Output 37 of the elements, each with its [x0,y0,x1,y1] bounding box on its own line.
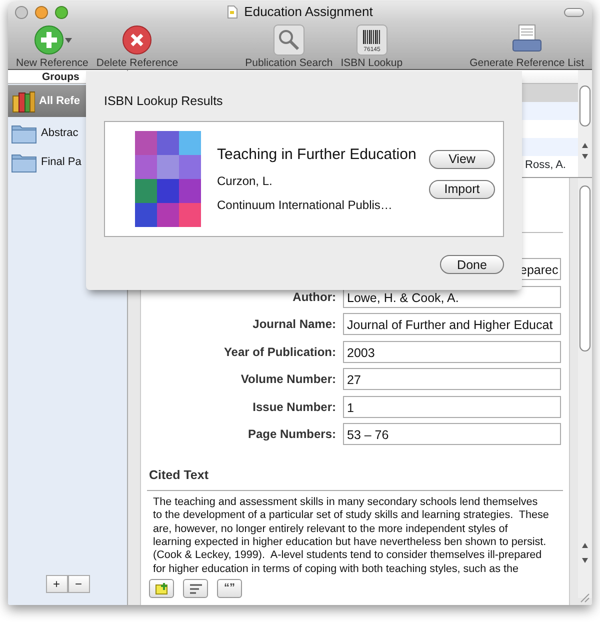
cited-text-paragraph: The teaching and assessment skills in many secondary schools lend themselves to the development of a particular set of study skills and learning strategies. These are, however, no longer entirely relevant to the more independent styles of learning expected in higher education but have nevertheless ben shown to persist. (Cook & Leckey, 1999). A-level students tend to consider themselves ill-prepared for higher education in terms of coping with both teaching styles, such as the [153,496,550,576]
field-label: Volume Number: [240,371,336,388]
field-label: Journal Name: [252,316,336,333]
done-button[interactable]: Done [440,255,504,274]
add-group-button[interactable]: + [46,575,68,593]
search-icon [272,24,305,56]
window-zoom-button[interactable] [55,6,68,19]
text-field[interactable]: 2003 [343,340,561,362]
field-label: Year of Publication: [222,344,336,360]
text-field[interactable]: 27 [343,368,561,390]
text-field[interactable]: Journal of Further and Higher Educat [343,313,561,335]
field-label: Page Numbers: [246,426,336,443]
text-field[interactable]: 53 – 76 [343,423,561,445]
field-label: Issue Number: [252,398,336,416]
text-field[interactable]: 1 [343,396,561,418]
window-close-button[interactable] [15,6,28,19]
toolbar-button[interactable]: Delete Reference [96,24,178,72]
window-title: Education Assignment [244,3,373,22]
quote-button[interactable]: “” [217,579,242,598]
view-button[interactable]: View [429,150,495,169]
document-icon [227,5,238,19]
field-label: Author: [292,288,336,306]
import-button[interactable]: Import [429,180,495,199]
delete-icon [121,24,154,56]
note-icon [154,582,168,596]
section-heading: Cited Text [149,467,210,484]
toolbar-toggle-button[interactable] [564,8,584,17]
remove-group-button[interactable]: − [68,575,90,593]
book-title: Teaching in Further Education [217,144,417,164]
window-minimize-button[interactable] [35,6,48,19]
book-publisher: Continuum International Publis… [217,197,394,214]
add-icon [32,24,65,56]
resize-grip [580,593,590,603]
align-icon [188,584,202,594]
add-note-button[interactable] [149,579,174,598]
book-author: Curzon, L. [217,173,274,190]
align-button[interactable] [183,579,208,598]
